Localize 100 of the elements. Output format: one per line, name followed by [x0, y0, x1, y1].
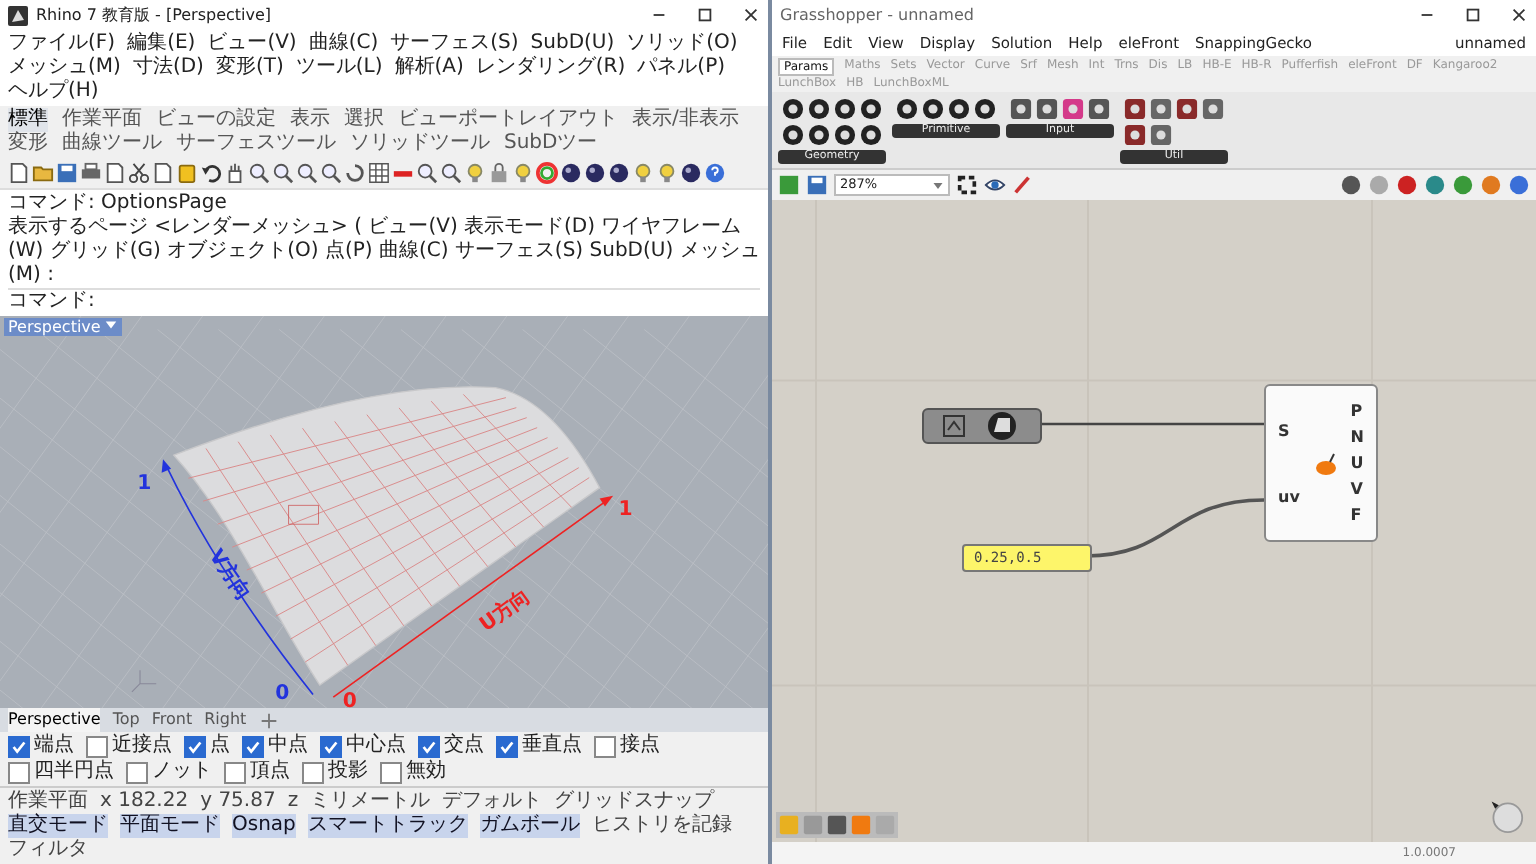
- preview-sphere-icon[interactable]: [1508, 174, 1530, 196]
- status-item[interactable]: ヒストリを記録: [591, 814, 732, 838]
- sphere-icon[interactable]: [680, 162, 702, 184]
- clipboard-icon[interactable]: [176, 162, 198, 184]
- maximize-icon[interactable]: [696, 6, 714, 24]
- maximize-icon[interactable]: [1464, 6, 1482, 24]
- toolbar-tab[interactable]: ビューポートレイアウト: [398, 108, 618, 132]
- status-item[interactable]: スマートトラック: [307, 814, 468, 838]
- status-item[interactable]: 直交モード: [8, 814, 108, 838]
- magnifier-icon[interactable]: [416, 162, 438, 184]
- viewport-tab[interactable]: Right: [204, 708, 247, 732]
- status-item[interactable]: ガムボール: [479, 814, 580, 838]
- preview-sphere-icon[interactable]: [1424, 174, 1446, 196]
- menu-item[interactable]: サーフェス(S): [390, 32, 519, 56]
- evaluate-surface-component[interactable]: S uv P N U V F: [1264, 384, 1378, 542]
- toolbar-tab[interactable]: 変形: [8, 132, 48, 156]
- grid-icon[interactable]: [368, 162, 390, 184]
- toolbar-tab[interactable]: ビューの設定: [156, 108, 276, 132]
- component-icon[interactable]: [860, 124, 882, 146]
- preview-sphere-icon[interactable]: [1452, 174, 1474, 196]
- open-file-icon[interactable]: [778, 174, 800, 196]
- undo-icon[interactable]: [200, 162, 222, 184]
- document-icon[interactable]: [104, 162, 126, 184]
- toolbar-tab[interactable]: 作業平面: [62, 108, 142, 132]
- status-item[interactable]: Osnap: [232, 814, 296, 838]
- sphere-icon[interactable]: [584, 162, 606, 184]
- preview-sphere-icon[interactable]: [1396, 174, 1418, 196]
- toolbar-tab[interactable]: 選択: [344, 108, 384, 132]
- menu-item[interactable]: 変形(T): [215, 56, 284, 80]
- status-item[interactable]: z: [287, 790, 299, 814]
- surface-parameter-node[interactable]: [922, 408, 1042, 444]
- magnifier-icon[interactable]: [320, 162, 342, 184]
- osnap-checkbox[interactable]: [184, 735, 206, 757]
- toolbar-tab[interactable]: SubDツー: [504, 132, 598, 156]
- status-item[interactable]: y 75.87: [200, 790, 276, 814]
- status-item[interactable]: 作業平面: [8, 790, 88, 814]
- viewport-tab[interactable]: Top: [112, 708, 140, 732]
- osnap-checkbox[interactable]: [86, 735, 108, 757]
- menu-item[interactable]: パネル(P): [637, 56, 726, 80]
- menu-item[interactable]: 曲線(C): [308, 32, 379, 56]
- color-wheel-icon[interactable]: [536, 162, 558, 184]
- toolbar-tab[interactable]: 曲線ツール: [62, 132, 162, 156]
- component-icon[interactable]: [782, 98, 804, 120]
- status-item[interactable]: ミリメートル: [310, 790, 431, 814]
- document-icon[interactable]: [152, 162, 174, 184]
- document-icon[interactable]: [8, 162, 30, 184]
- component-icon[interactable]: [1010, 98, 1032, 120]
- component-icon[interactable]: [922, 98, 944, 120]
- frame-icon[interactable]: [956, 174, 978, 196]
- status-item[interactable]: フィルタ: [8, 838, 88, 862]
- component-icon[interactable]: [860, 98, 882, 120]
- component-icon[interactable]: [948, 98, 970, 120]
- viewport-tab[interactable]: Perspective: [8, 708, 101, 732]
- sphere-icon[interactable]: [560, 162, 582, 184]
- toolbar-tab[interactable]: 表示: [290, 108, 330, 132]
- status-item[interactable]: デフォルト: [442, 790, 543, 814]
- status-item[interactable]: 平面モード: [120, 814, 220, 838]
- osnap-checkbox[interactable]: [242, 735, 264, 757]
- status-item[interactable]: x 182.22: [100, 790, 189, 814]
- preview-sphere-icon[interactable]: [1340, 174, 1362, 196]
- menu-item[interactable]: 編集(E): [127, 32, 196, 56]
- viewport-tab[interactable]: Front: [151, 708, 193, 732]
- command-input[interactable]: コマンド:: [8, 288, 760, 314]
- osnap-checkbox[interactable]: [8, 761, 30, 783]
- toolbar-tab[interactable]: ソリッドツール: [350, 132, 490, 156]
- menu-item[interactable]: レンダリング(R): [475, 56, 626, 80]
- rotate-icon[interactable]: [344, 162, 366, 184]
- toolbar-tab[interactable]: 表示/非表示: [632, 108, 739, 132]
- menu-item[interactable]: メッシュ(M): [8, 56, 121, 80]
- osnap-checkbox[interactable]: [302, 761, 324, 783]
- component-icon[interactable]: [1088, 98, 1110, 120]
- printer-icon[interactable]: [80, 162, 102, 184]
- save-icon[interactable]: [56, 162, 78, 184]
- component-icon[interactable]: [974, 98, 996, 120]
- add-icon[interactable]: [258, 709, 281, 731]
- menu-item[interactable]: SubD(U): [530, 32, 615, 56]
- menu-item[interactable]: 寸法(D): [132, 56, 204, 80]
- menu-item[interactable]: ツール(L): [295, 56, 383, 80]
- menu-item[interactable]: ソリッド(O): [626, 32, 738, 56]
- component-icon[interactable]: [1176, 98, 1198, 120]
- folder-icon[interactable]: [32, 162, 54, 184]
- osnap-checkbox[interactable]: [8, 735, 30, 757]
- menu-item[interactable]: ファイル(F): [8, 32, 116, 56]
- component-icon[interactable]: [834, 98, 856, 120]
- lock-icon[interactable]: [488, 162, 510, 184]
- magnifier-icon[interactable]: [296, 162, 318, 184]
- osnap-checkbox[interactable]: [126, 761, 148, 783]
- component-icon[interactable]: [1124, 124, 1146, 146]
- component-icon[interactable]: [808, 98, 830, 120]
- save-icon[interactable]: [806, 174, 828, 196]
- bulb-icon[interactable]: [512, 162, 534, 184]
- menu-item[interactable]: 解析(A): [394, 56, 464, 80]
- osnap-checkbox[interactable]: [496, 735, 518, 757]
- close-icon[interactable]: [1510, 6, 1528, 24]
- eye-icon[interactable]: [984, 174, 1006, 196]
- close-icon[interactable]: [742, 6, 760, 24]
- component-icon[interactable]: [896, 98, 918, 120]
- dropdown-caret-icon[interactable]: [932, 179, 944, 191]
- osnap-checkbox[interactable]: [418, 735, 440, 757]
- magnifier-icon[interactable]: [440, 162, 462, 184]
